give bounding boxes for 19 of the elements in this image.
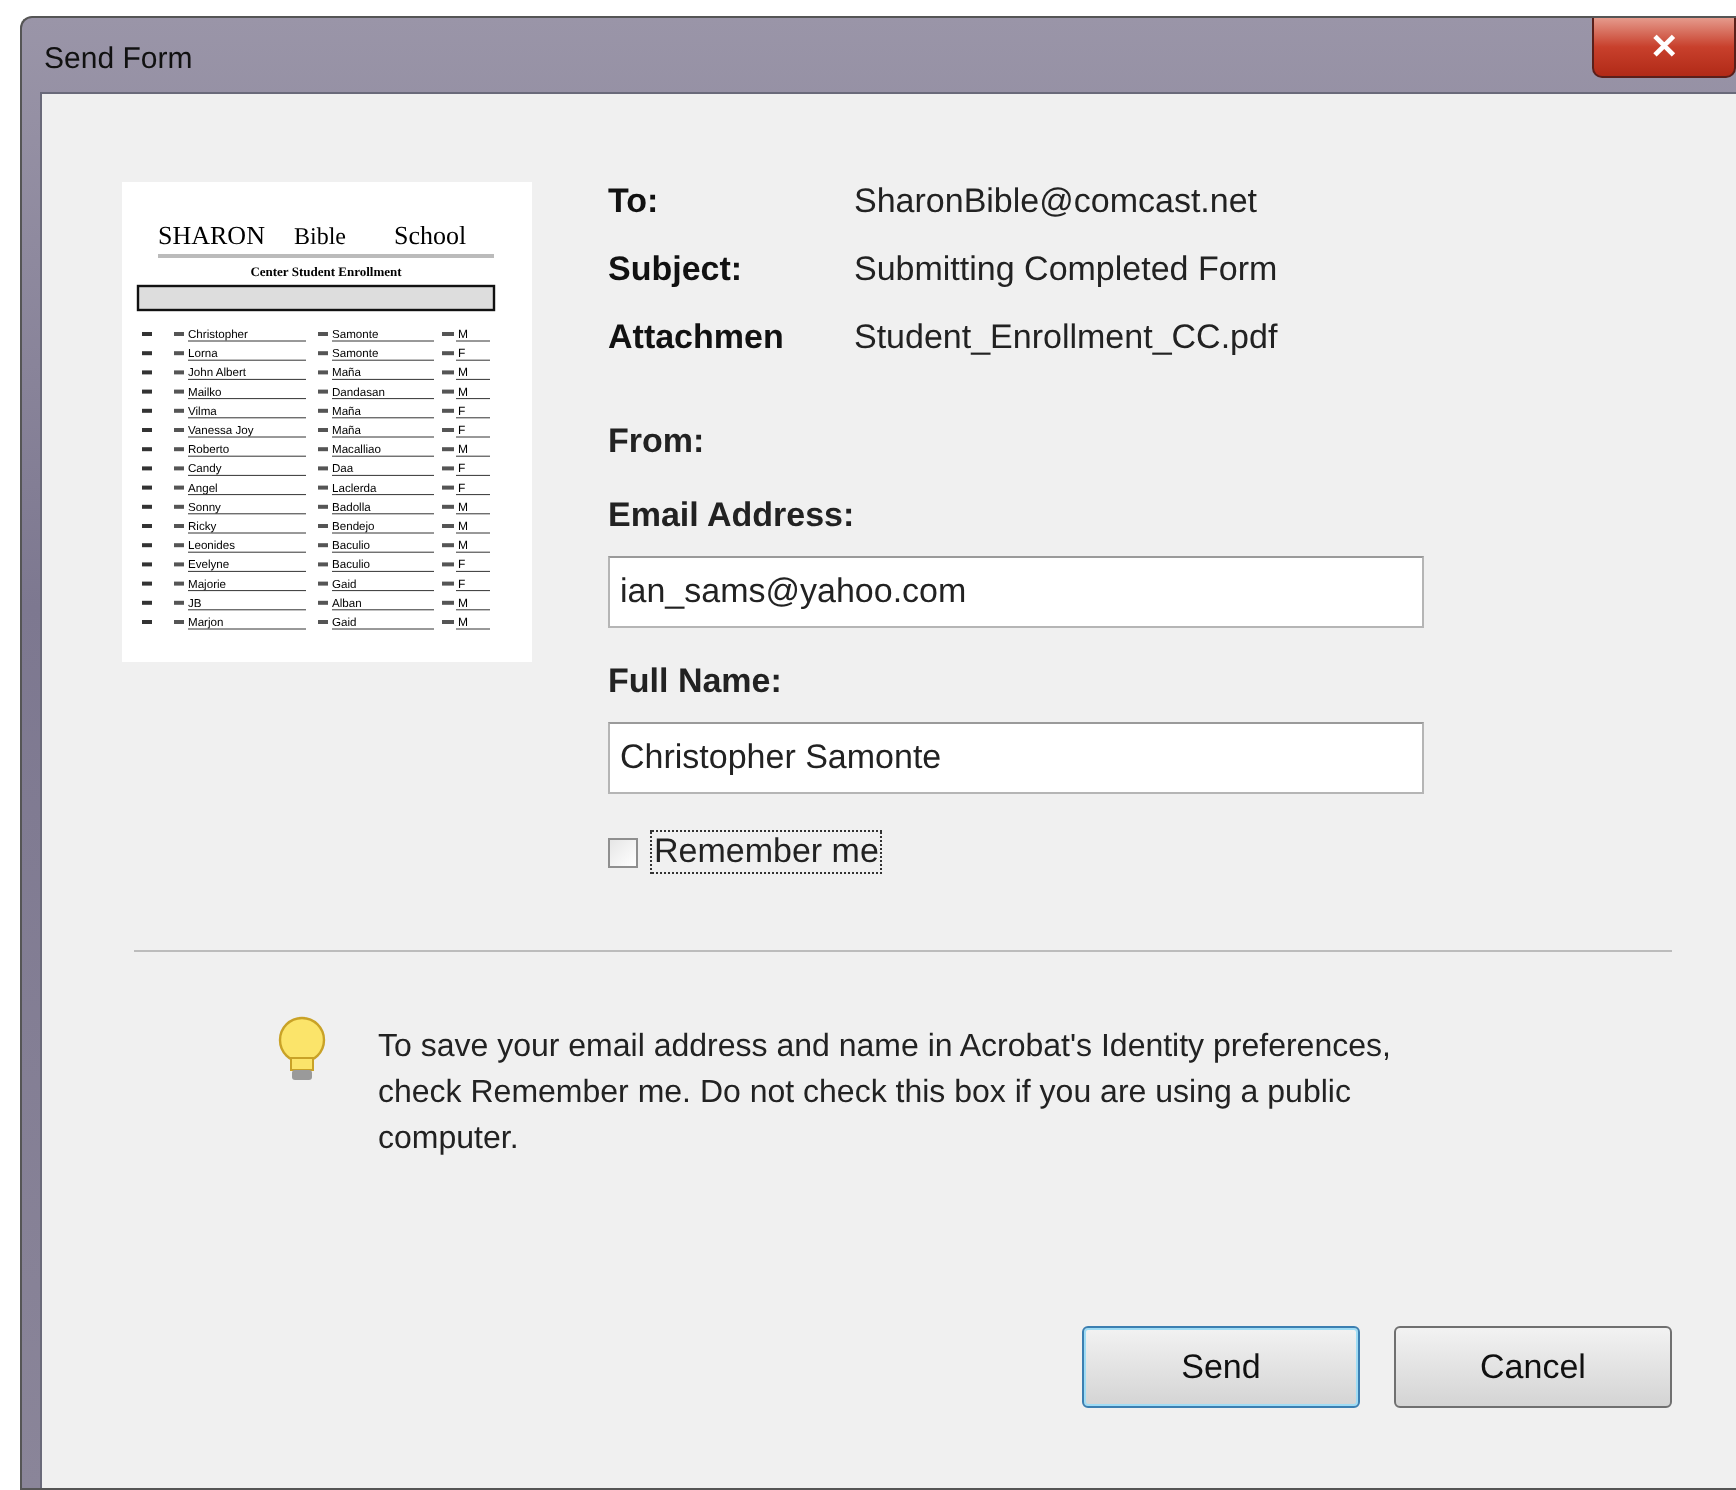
field-label: Email Address:: [608, 496, 857, 536]
field-label: To:: [608, 182, 661, 222]
close-button[interactable]: ✕: [1592, 18, 1736, 78]
field-value: Submitting Completed Form: [854, 250, 1280, 290]
section-label: From:: [608, 422, 707, 462]
checkbox-label[interactable]: Remember me: [650, 830, 883, 874]
field-label: Attachmen: [608, 318, 786, 358]
dialog-button[interactable]: Cancel: [1394, 1326, 1672, 1408]
dialog-button[interactable]: Send: [1082, 1326, 1360, 1408]
window-title: Send Form: [44, 42, 193, 76]
field-value: Student_Enrollment_CC.pdf: [854, 318, 1280, 358]
field-value: SharonBible@comcast.net: [854, 182, 1260, 222]
checkbox[interactable]: [608, 837, 638, 867]
input-field[interactable]: Christopher Samonte: [608, 722, 1424, 794]
tip-text: To save your email address and name in Acrobat's Identity preferences, check Remember me. Do not check this box if you are using a public computer.: [378, 1028, 1393, 1160]
lightbulb-icon: [274, 1016, 330, 1084]
input-field[interactable]: ian_sams@yahoo.com: [608, 556, 1424, 628]
field-label: Subject:: [608, 250, 745, 290]
field-label: Full Name:: [608, 662, 784, 702]
